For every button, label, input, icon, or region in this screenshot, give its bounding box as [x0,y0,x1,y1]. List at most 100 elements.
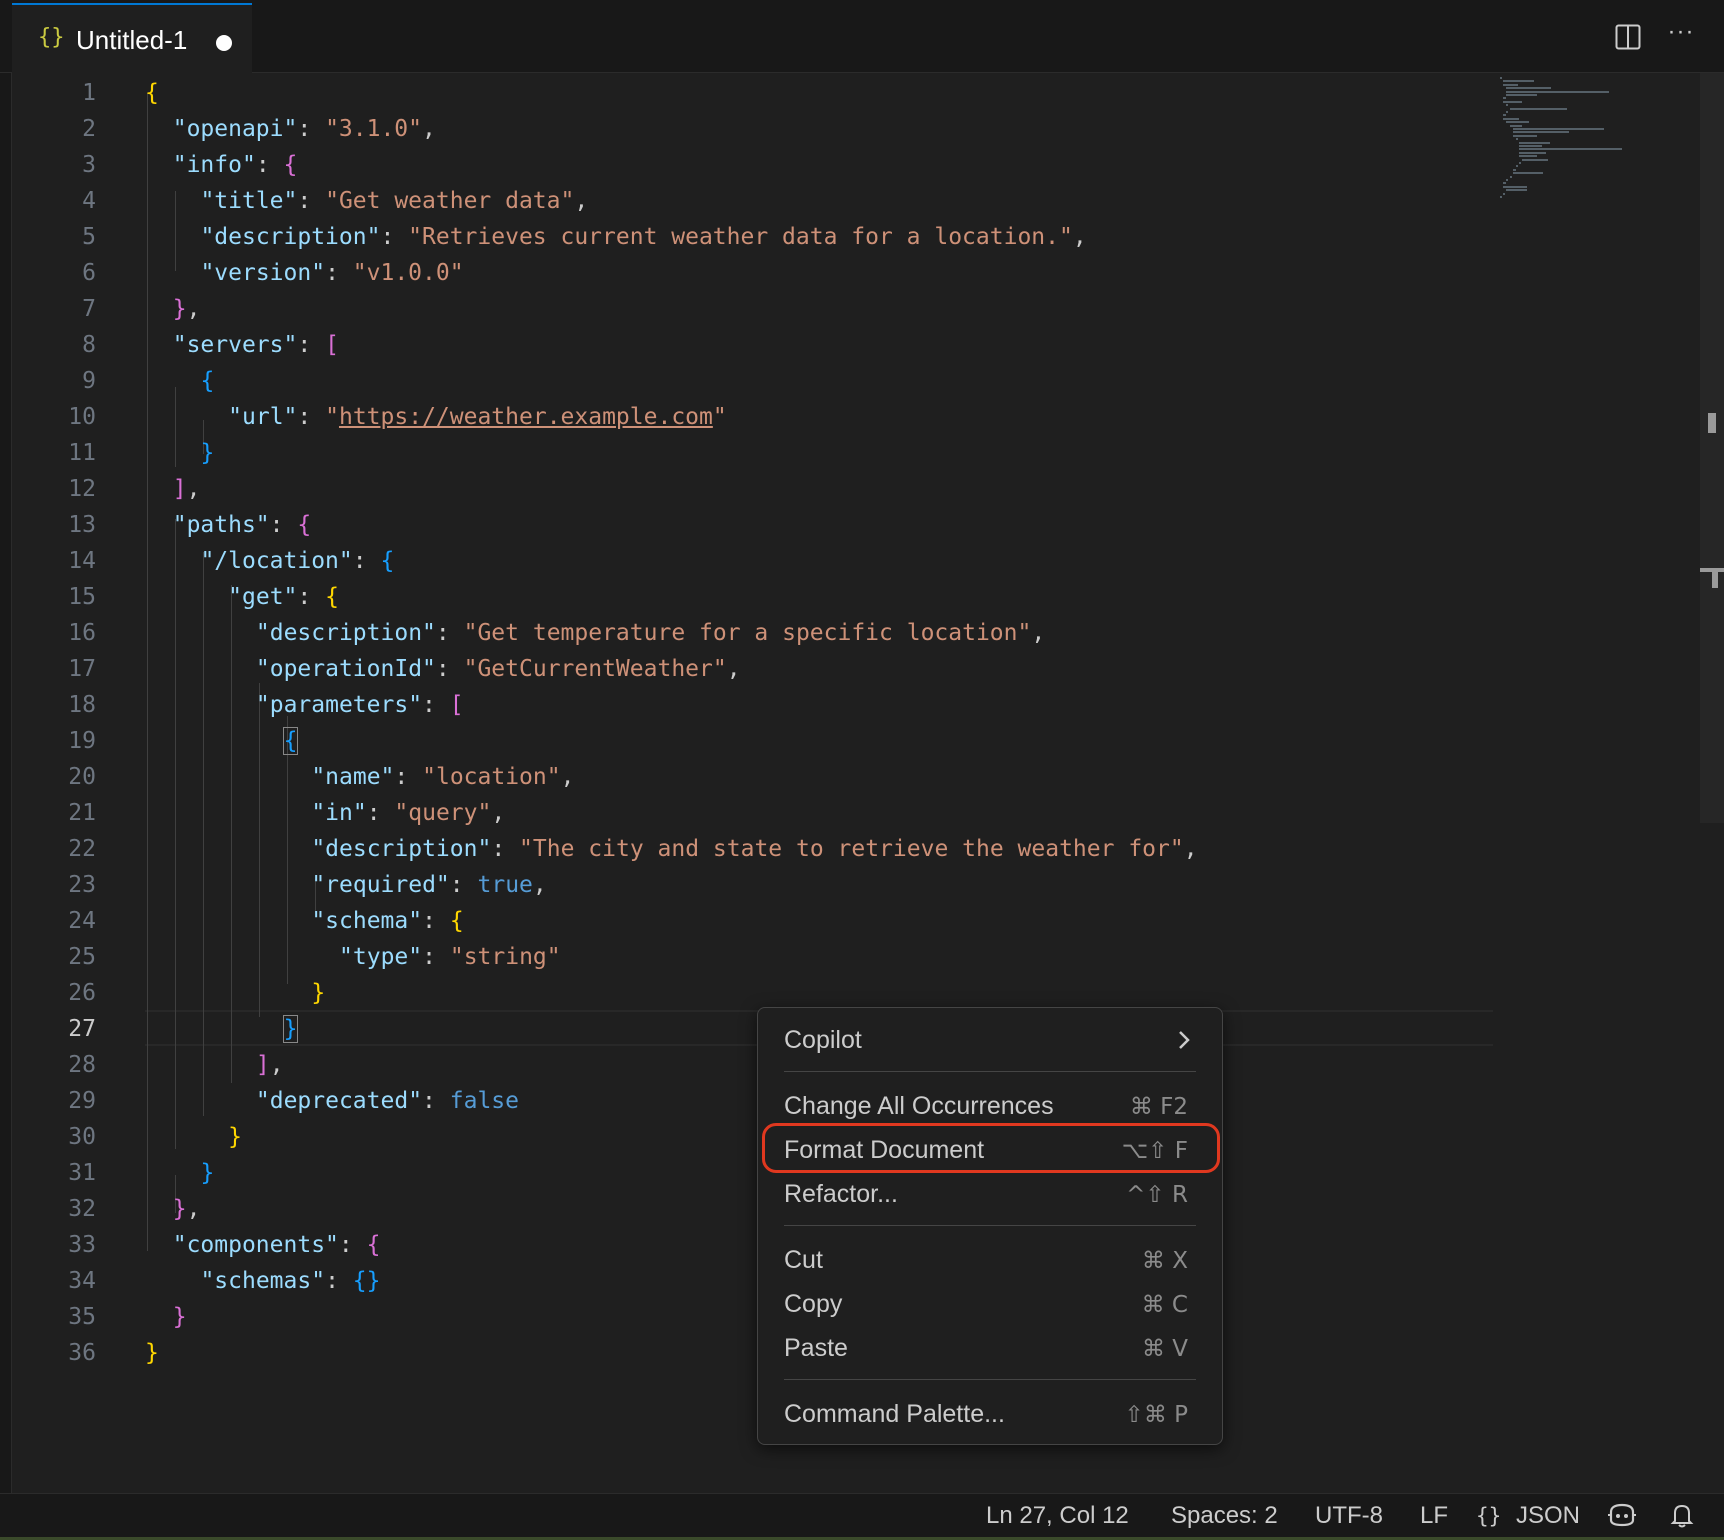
shortcut-label: ⌘ F2 [1129,1094,1188,1120]
minimap-line [1509,107,1568,110]
code-line[interactable]: "/location": { [145,543,394,579]
menu-item-copilot[interactable]: Copilot [758,1020,1222,1062]
status-encoding[interactable]: UTF-8 [1315,1502,1383,1530]
line-number: 29 [68,1088,96,1114]
notifications-bell-icon[interactable] [1670,1502,1694,1535]
line-number: 13 [68,512,96,538]
code-line[interactable]: } [145,435,214,471]
code-line[interactable]: ], [145,471,201,507]
code-line[interactable]: { [145,75,159,111]
minimap-line [1519,148,1622,151]
code-line[interactable]: "description": "Retrieves current weathe… [145,219,1086,255]
code-line[interactable]: }, [145,291,201,327]
line-number: 24 [68,908,96,934]
unsaved-dot-icon[interactable] [216,35,232,51]
minimap-line [1506,87,1552,90]
copilot-icon[interactable] [1607,1502,1637,1535]
scrollbar-marker [1708,413,1716,433]
code-line[interactable]: "paths": { [145,507,312,543]
minimap-line [1506,104,1509,107]
minimap-line [1512,134,1537,137]
line-number: 18 [68,692,96,718]
code-line[interactable]: "version": "v1.0.0" [145,255,463,291]
line-number: 6 [82,260,96,286]
minimap-line [1519,145,1542,147]
line-number: 25 [68,944,96,970]
code-line[interactable]: "schema": { [145,903,463,939]
menu-separator [784,1379,1196,1380]
code-line[interactable]: "url": "https://weather.example.com" [145,399,727,435]
code-line[interactable]: "servers": [ [145,327,339,363]
code-line[interactable]: "description": "The city and state to re… [145,831,1197,867]
minimap-line [1516,165,1518,168]
scrollbar-marker [1712,570,1718,588]
line-number: 7 [82,296,96,322]
code-line[interactable]: "schemas": {} [145,1263,380,1299]
code-line[interactable]: "components": { [145,1227,381,1263]
status-eol[interactable]: LF [1420,1502,1448,1530]
minimap-line [1519,162,1522,164]
line-number: 23 [68,872,96,898]
line-number: 16 [68,620,96,646]
shortcut-label: ⌘ X [1141,1248,1188,1274]
code-line[interactable]: { [145,723,299,759]
minimap[interactable] [1500,73,1700,213]
code-line[interactable]: "deprecated": false [145,1083,519,1119]
code-line[interactable]: }, [145,1191,201,1227]
code-line[interactable]: "in": "query", [145,795,505,831]
menu-item-paste[interactable]: Paste ⌘ V [758,1328,1222,1370]
code-line[interactable]: "parameters": [ [145,687,464,723]
menu-item-command-palette[interactable]: Command Palette... ⇧⌘ P [758,1394,1222,1436]
line-number: 4 [82,188,96,214]
code-line[interactable]: "description": "Get temperature for a sp… [145,615,1045,651]
code-line[interactable]: "get": { [145,579,339,615]
code-line[interactable]: } [145,1119,242,1155]
menu-item-refactor[interactable]: Refactor... ^⇧ R [758,1174,1222,1216]
code-line[interactable]: "name": "location", [145,759,574,795]
code-line[interactable]: } [145,1011,299,1047]
minimap-line [1522,158,1548,161]
vertical-scrollbar[interactable] [1700,73,1724,823]
line-number: 27 [68,1016,96,1042]
code-line[interactable]: "openapi": "3.1.0", [145,111,436,147]
shortcut-label: ⌘ C [1141,1292,1188,1318]
status-indentation[interactable]: Spaces: 2 [1171,1502,1278,1530]
code-line[interactable]: "operationId": "GetCurrentWeather", [145,651,741,687]
minimap-line [1509,124,1523,127]
status-language-mode[interactable]: JSON [1516,1502,1580,1530]
tab-untitled-1[interactable]: {} Untitled-1 [12,3,252,73]
status-cursor-position[interactable]: Ln 27, Col 12 [986,1502,1129,1530]
minimap-line [1506,111,1509,113]
line-number: 26 [68,980,96,1006]
code-line[interactable]: "info": { [145,147,298,183]
code-line[interactable]: { [145,363,214,399]
json-file-icon: {} [38,25,65,50]
code-line[interactable]: } [145,1335,159,1371]
line-number: 36 [68,1340,96,1366]
menu-item-change-all-occurrences[interactable]: Change All Occurrences ⌘ F2 [758,1086,1222,1128]
line-number: 31 [68,1160,96,1186]
minimap-line [1506,179,1509,181]
code-line[interactable]: } [145,975,325,1011]
code-line[interactable]: } [145,1155,214,1191]
code-line[interactable]: "title": "Get weather data", [145,183,588,219]
more-actions-icon[interactable]: ··· [1666,20,1696,50]
minimap-line [1503,114,1507,117]
menu-item-copy[interactable]: Copy ⌘ C [758,1284,1222,1326]
code-line[interactable]: "required": true, [145,867,546,903]
code-line[interactable]: "type": "string" [145,939,561,975]
line-number: 3 [82,152,96,178]
menu-item-format-document[interactable]: Format Document ⌥⇧ F [758,1130,1222,1172]
minimap-line [1503,80,1534,83]
line-number: 32 [68,1196,96,1222]
line-number: 19 [68,728,96,754]
minimap-line [1519,155,1537,158]
code-line[interactable]: } [145,1299,187,1335]
code-line[interactable]: ], [145,1047,284,1083]
menu-item-cut[interactable]: Cut ⌘ X [758,1240,1222,1282]
line-number: 14 [68,548,96,574]
line-number: 30 [68,1124,96,1150]
menu-separator [784,1225,1196,1226]
minimap-line [1519,141,1550,144]
split-editor-icon[interactable] [1615,24,1641,50]
